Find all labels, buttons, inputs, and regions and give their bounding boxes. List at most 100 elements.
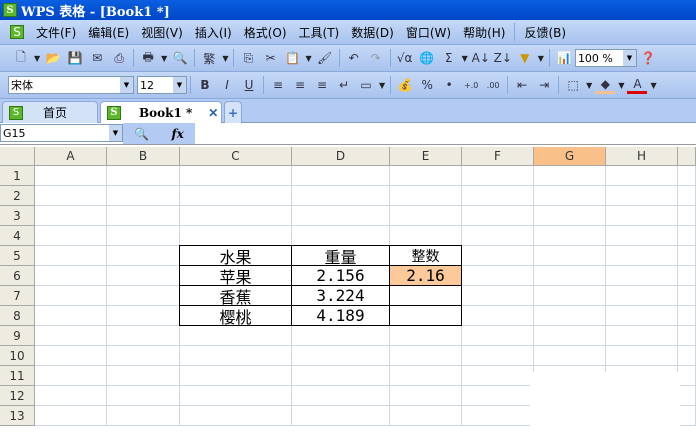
cell[interactable] (292, 206, 390, 226)
cell[interactable] (678, 226, 696, 246)
chevron-down-icon[interactable]: ▼ (622, 50, 636, 66)
table-header-cell[interactable]: 重量 (291, 245, 390, 267)
app-menu-icon[interactable]: S (10, 25, 24, 39)
help-icon[interactable]: ❓ (638, 49, 658, 67)
cell[interactable] (107, 346, 180, 366)
menu-format[interactable]: 格式(O) (244, 24, 287, 41)
merge-icon[interactable]: ↵ (334, 76, 354, 94)
align-right-icon[interactable]: ≡ (312, 76, 332, 94)
row-header-13[interactable]: 13 (0, 406, 35, 426)
cell[interactable] (180, 386, 292, 406)
cell[interactable] (678, 326, 696, 346)
table-cell[interactable]: 2.156 (291, 265, 390, 286)
cell[interactable] (107, 206, 180, 226)
menu-window[interactable]: 窗口(W) (406, 24, 451, 41)
column-header-F[interactable]: F (462, 147, 534, 166)
tab-book1[interactable]: S Book1 * ✕ (100, 101, 222, 123)
cell[interactable] (534, 246, 606, 266)
cell[interactable] (606, 266, 678, 286)
function-button[interactable]: fx (171, 127, 183, 141)
row-header-8[interactable]: 8 (0, 306, 35, 326)
formula-input[interactable] (195, 123, 696, 144)
table-header-cell[interactable]: 整数 (389, 245, 462, 266)
cell[interactable] (534, 306, 606, 326)
font-color-icon[interactable]: A (627, 76, 648, 94)
cell[interactable] (107, 166, 180, 186)
increase-decimal-icon[interactable]: +.0 (461, 76, 481, 94)
tab-home[interactable]: S 首页 (2, 101, 98, 123)
format-painter-icon[interactable]: 🖌 (315, 49, 335, 67)
new-icon[interactable]: 🗋 (11, 49, 31, 67)
cell[interactable] (180, 406, 292, 426)
cell[interactable] (390, 166, 462, 186)
percent-button[interactable]: % (417, 76, 437, 94)
cell[interactable] (462, 386, 534, 406)
column-header-A[interactable]: A (35, 147, 107, 166)
cell[interactable] (462, 186, 534, 206)
cell[interactable] (35, 346, 107, 366)
row-header-6[interactable]: 6 (0, 266, 35, 286)
cell[interactable] (534, 286, 606, 306)
cell[interactable] (606, 286, 678, 306)
table-cell[interactable] (389, 305, 462, 326)
cell[interactable] (390, 386, 462, 406)
cell[interactable] (107, 266, 180, 286)
cell[interactable] (292, 186, 390, 206)
hyperlink-icon[interactable]: 🌐 (417, 49, 437, 67)
filter-icon[interactable]: ▼ (515, 49, 535, 67)
column-header-B[interactable]: B (107, 147, 180, 166)
row-header-11[interactable]: 11 (0, 366, 35, 386)
cell[interactable] (390, 186, 462, 206)
menu-tools[interactable]: 工具(T) (299, 24, 340, 41)
chevron-down-icon[interactable]: ▼ (173, 77, 186, 93)
menu-help[interactable]: 帮助(H) (463, 24, 505, 41)
cell[interactable] (534, 166, 606, 186)
cut-icon[interactable]: ✂ (260, 49, 280, 67)
cell[interactable] (462, 206, 534, 226)
cell[interactable] (180, 206, 292, 226)
row-header-3[interactable]: 3 (0, 206, 35, 226)
indent-icon[interactable]: ⇥ (534, 76, 554, 94)
cell[interactable] (678, 306, 696, 326)
cell[interactable] (462, 406, 534, 426)
cell[interactable] (462, 166, 534, 186)
open-icon[interactable]: 📂 (43, 49, 63, 67)
cell[interactable] (390, 326, 462, 346)
italic-button[interactable]: I (217, 76, 237, 94)
cell[interactable] (292, 346, 390, 366)
outdent-icon[interactable]: ⇤ (512, 76, 532, 94)
cell[interactable] (534, 266, 606, 286)
save-icon[interactable]: 💾 (65, 49, 85, 67)
row-header-12[interactable]: 12 (0, 386, 35, 406)
cell[interactable] (534, 186, 606, 206)
table-cell[interactable]: 2.16 (389, 265, 462, 286)
cell[interactable] (606, 346, 678, 366)
bold-button[interactable]: B (195, 76, 215, 94)
cell[interactable] (107, 186, 180, 206)
column-header-E[interactable]: E (390, 147, 462, 166)
cell[interactable] (292, 406, 390, 426)
comma-icon[interactable]: • (439, 76, 459, 94)
cell[interactable] (534, 346, 606, 366)
cell[interactable] (35, 266, 107, 286)
cell[interactable] (180, 346, 292, 366)
wrap-icon[interactable]: ▭ (356, 76, 376, 94)
cell[interactable] (390, 346, 462, 366)
table-cell[interactable]: 4.189 (291, 305, 390, 326)
currency-icon[interactable]: 💰 (395, 76, 415, 94)
cell[interactable] (390, 366, 462, 386)
cell[interactable] (107, 286, 180, 306)
chevron-down-icon[interactable]: ▼ (109, 125, 122, 141)
cell[interactable] (107, 246, 180, 266)
cell[interactable] (462, 306, 534, 326)
cell[interactable] (180, 166, 292, 186)
cell[interactable] (35, 166, 107, 186)
chart-icon[interactable]: 📊 (554, 49, 574, 67)
pdf-icon[interactable]: ⎙ (109, 49, 129, 67)
underline-button[interactable]: U (239, 76, 259, 94)
cell[interactable] (534, 226, 606, 246)
cell[interactable] (35, 366, 107, 386)
menu-feedback[interactable]: 反馈(B) (524, 24, 566, 41)
decrease-decimal-icon[interactable]: .00 (483, 76, 503, 94)
row-header-9[interactable]: 9 (0, 326, 35, 346)
